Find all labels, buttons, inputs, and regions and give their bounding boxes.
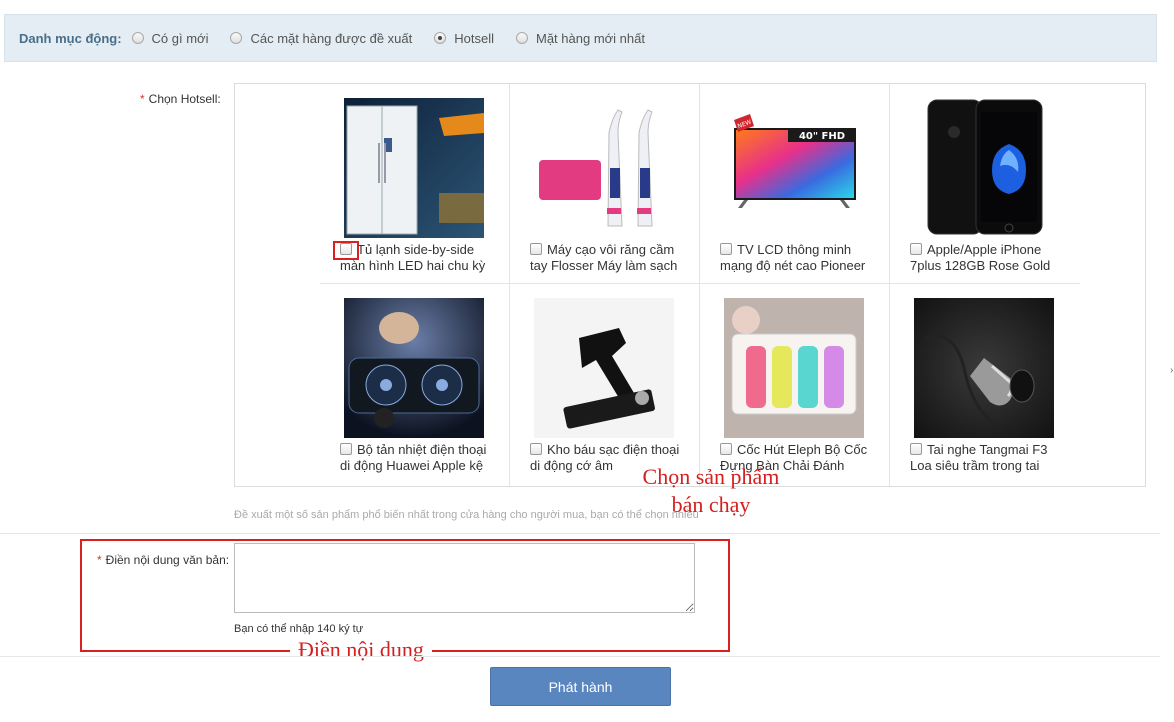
product-checkbox[interactable] bbox=[910, 443, 922, 455]
annotation-pick-hotsell: Chọn sản phẩm bán chạy bbox=[636, 463, 786, 519]
category-bar: Danh mục động: Có gì mới Các mặt hàng đư… bbox=[4, 14, 1157, 62]
hotsell-product-picker: Tủ lạnh side-by-side màn hình LED hai ch… bbox=[234, 83, 1146, 487]
product-checkbox[interactable] bbox=[910, 243, 922, 255]
hotsell-field-label: * Chọn Hotsell: bbox=[140, 92, 221, 106]
tv-size-badge: 40" FHD bbox=[799, 131, 845, 142]
iphone-icon bbox=[914, 98, 1054, 238]
checkbox-highlight bbox=[333, 241, 359, 260]
product-name: Tai nghe Tangmai F3 Loa siêu trầm trong … bbox=[910, 442, 1070, 474]
content-textarea[interactable] bbox=[234, 543, 695, 613]
product-name: Tủ lạnh side-by-side màn hình LED hai ch… bbox=[340, 242, 500, 274]
radio-option-newest[interactable]: Mặt hàng mới nhất bbox=[516, 31, 645, 46]
product-card[interactable]: Bộ tản nhiệt điện thoại di động Huawei A… bbox=[320, 284, 510, 486]
radio-label-hotsell: Hotsell bbox=[454, 30, 494, 46]
product-name-text: Apple/Apple iPhone 7plus 128GB Rose Gold bbox=[910, 242, 1051, 273]
section-divider bbox=[0, 656, 1160, 657]
phone-stand-icon bbox=[534, 298, 674, 438]
product-name: Bộ tản nhiệt điện thoại di động Huawei A… bbox=[340, 442, 500, 474]
radio-label-newest: Mặt hàng mới nhất bbox=[536, 30, 645, 46]
category-label: Danh mục động: bbox=[19, 30, 122, 46]
annotation-pick-line1: Chọn sản phẩm bbox=[642, 464, 780, 489]
product-checkbox[interactable] bbox=[530, 243, 542, 255]
hotsell-label-text: Chọn Hotsell: bbox=[148, 92, 221, 106]
content-char-hint: Bạn có thể nhập 140 ký tự bbox=[234, 623, 364, 635]
radio-whats-new[interactable] bbox=[131, 32, 144, 44]
product-name: TV LCD thông minh mạng độ nét cao Pionee… bbox=[720, 242, 880, 274]
publish-button[interactable]: Phát hành bbox=[490, 667, 671, 706]
product-checkbox[interactable] bbox=[340, 443, 352, 455]
hotsell-hint: Đề xuất một số sản phẩm phổ biến nhất tr… bbox=[234, 509, 699, 521]
radio-recommended[interactable] bbox=[230, 32, 243, 44]
product-card[interactable]: Cốc Hút Eleph Bộ Cốc Đựng Bàn Chải Đánh bbox=[700, 284, 890, 486]
product-card[interactable]: Apple/Apple iPhone 7plus 128GB Rose Gold bbox=[890, 84, 1080, 284]
radio-hotsell[interactable] bbox=[434, 32, 447, 44]
product-name-text: TV LCD thông minh mạng độ nét cao Pionee… bbox=[720, 242, 866, 273]
product-card[interactable]: 40" FHD NEW TV LCD thông minh mạng độ né… bbox=[700, 84, 890, 284]
content-field-label: * Điền nội dung văn bản: bbox=[97, 553, 229, 567]
radio-option-hotsell[interactable]: Hotsell bbox=[434, 31, 494, 46]
radio-label-recommended: Các mặt hàng được đề xuất bbox=[250, 30, 413, 46]
phone-cooler-icon bbox=[344, 298, 484, 438]
product-checkbox[interactable] bbox=[720, 243, 732, 255]
content-label-text: Điền nội dung văn bản: bbox=[105, 553, 230, 567]
annotation-pick-line2: bán chạy bbox=[671, 492, 751, 517]
required-mark: * bbox=[97, 553, 102, 567]
earphone-icon bbox=[914, 298, 1054, 438]
radio-option-recommended[interactable]: Các mặt hàng được đề xuất bbox=[230, 31, 412, 46]
product-name: Máy cạo vôi răng cầm tay Flosser Máy làm… bbox=[530, 242, 690, 274]
product-card[interactable]: Tai nghe Tangmai F3 Loa siêu trầm trong … bbox=[890, 284, 1080, 486]
product-checkbox[interactable] bbox=[720, 443, 732, 455]
required-mark: * bbox=[140, 92, 145, 106]
annotation-content: Điền nội dung bbox=[290, 637, 432, 663]
product-name-text: Tủ lạnh side-by-side màn hình LED hai ch… bbox=[340, 242, 486, 273]
product-name-text: Bộ tản nhiệt điện thoại di động Huawei A… bbox=[340, 442, 487, 473]
product-name-text: Máy cạo vôi răng cầm tay Flosser Máy làm… bbox=[530, 242, 678, 273]
radio-newest[interactable] bbox=[516, 32, 528, 44]
product-card[interactable]: Máy cạo vôi răng cầm tay Flosser Máy làm… bbox=[510, 84, 700, 284]
product-name: Apple/Apple iPhone 7plus 128GB Rose Gold bbox=[910, 242, 1070, 274]
fridge-icon bbox=[344, 98, 484, 238]
product-card[interactable]: Kho báu sạc điện thoại di động cớ âm bbox=[510, 284, 700, 486]
edge-chevron-icon: › bbox=[1170, 365, 1174, 376]
product-checkbox[interactable] bbox=[530, 443, 542, 455]
radio-option-whats-new[interactable]: Có gì mới bbox=[131, 30, 209, 46]
product-grid: Tủ lạnh side-by-side màn hình LED hai ch… bbox=[320, 84, 1080, 486]
toothbrush-holder-icon bbox=[724, 298, 864, 438]
tv-icon: 40" FHD NEW bbox=[724, 98, 864, 238]
water-flosser-icon bbox=[534, 98, 674, 238]
product-name-text: Tai nghe Tangmai F3 Loa siêu trầm trong … bbox=[910, 442, 1048, 473]
section-divider bbox=[0, 533, 1160, 534]
radio-label-whats-new: Có gì mới bbox=[151, 30, 209, 46]
